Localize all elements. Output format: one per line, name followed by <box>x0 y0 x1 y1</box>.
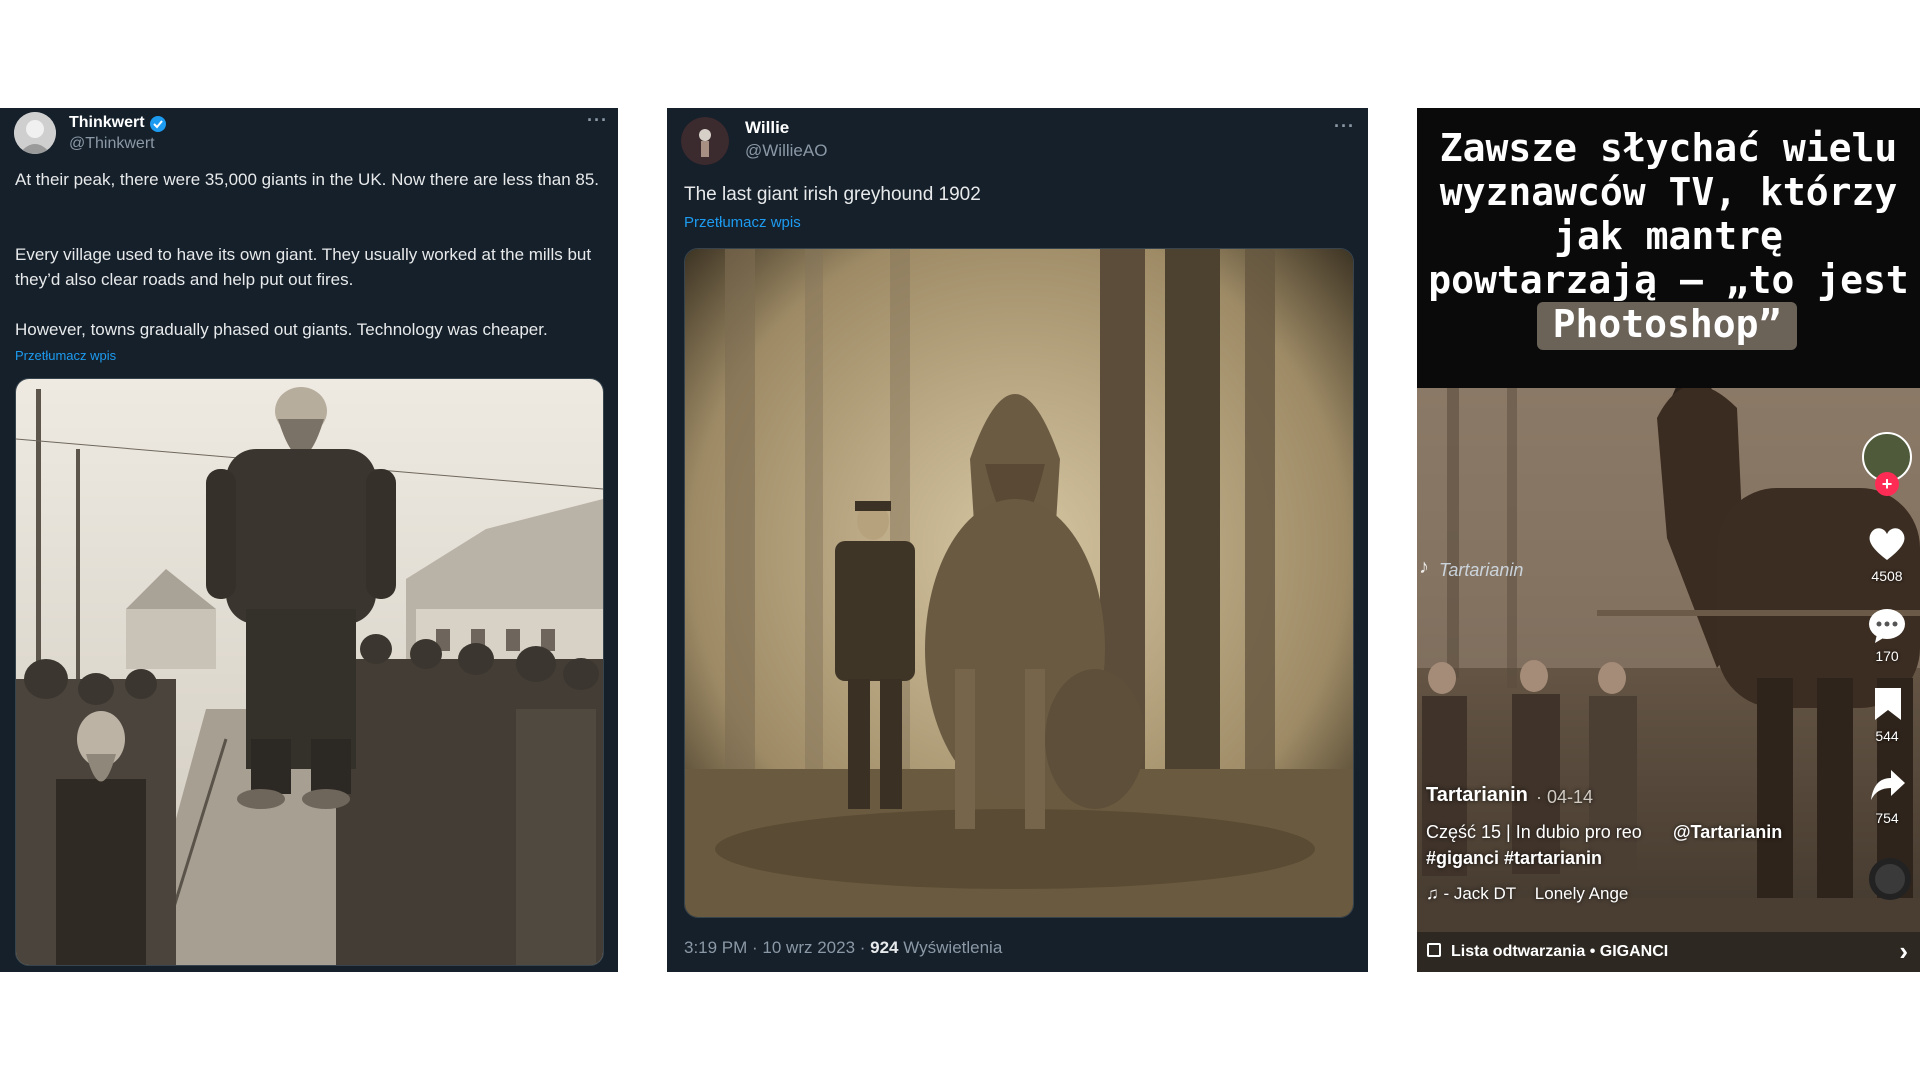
caption-line: wyznawców TV, którzy <box>1439 170 1898 214</box>
author-handle[interactable]: @WillieAO <box>745 141 827 161</box>
chevron-right-icon[interactable]: › <box>1899 936 1908 967</box>
tiktok-video[interactable]: Zawsze słychać wielu wyznawców TV, którz… <box>1417 108 1920 972</box>
caption-line: Zawsze słychać wielu <box>1439 126 1898 170</box>
tweet-paragraph: Every village used to have its own giant… <box>15 245 592 289</box>
verified-badge-icon <box>150 116 166 132</box>
giant-photo-image <box>16 379 603 965</box>
tweet-timestamp[interactable]: 3:19 PM · 10 wrz 2023 · <box>684 938 870 957</box>
tweet-paragraph: At their peak, there were 35,000 giants … <box>15 170 600 189</box>
tweet-meta: 3:19 PM · 10 wrz 2023 · 924 Wyświetlenia <box>684 938 1002 958</box>
avatar-image <box>14 112 56 154</box>
share-count: 754 <box>1875 810 1899 826</box>
more-options-icon[interactable]: ··· <box>587 110 608 131</box>
video-date: · 04-14 <box>1536 787 1594 807</box>
share-icon[interactable] <box>1869 768 1907 802</box>
watermark: Tartarianin <box>1439 560 1524 580</box>
tweet-paragraph: However, towns gradually phased out gian… <box>15 320 548 339</box>
music-disc-icon[interactable] <box>1869 858 1911 900</box>
tweet-photo-greyhound[interactable] <box>684 248 1354 918</box>
caption-line: powtarzają – „to jest <box>1428 258 1909 302</box>
heart-icon[interactable] <box>1867 526 1907 562</box>
author-name[interactable]: Willie <box>745 118 789 138</box>
greyhound-photo-image <box>685 249 1353 917</box>
follow-plus-icon[interactable]: + <box>1875 472 1899 496</box>
save-count: 544 <box>1875 728 1899 744</box>
tweet-thinkwert: Thinkwert @Thinkwert ··· At their peak, … <box>0 108 618 972</box>
video-author[interactable]: Tartarianin <box>1426 784 1528 807</box>
mention-link[interactable]: @Tartarianin <box>1673 822 1782 843</box>
views-count: 924 <box>870 938 899 957</box>
bookmark-icon[interactable] <box>1873 686 1903 722</box>
avatar-image <box>681 117 729 165</box>
hashtags[interactable]: #giganci #tartarianin <box>1426 848 1602 869</box>
views-label: Wyświetlenia <box>898 938 1003 957</box>
more-options-icon[interactable]: ··· <box>1334 116 1355 137</box>
avatar[interactable] <box>681 117 729 165</box>
caption-line: jak mantrę <box>1554 214 1783 258</box>
translate-link[interactable]: Przetłumacz wpis <box>15 348 116 363</box>
music-info[interactable]: ♫ - Jack DT Lonely Ange <box>1426 884 1628 904</box>
avatar[interactable] <box>14 112 56 154</box>
comment-icon[interactable] <box>1867 608 1907 644</box>
playlist-label: Lista odtwarzania • GIGANCI <box>1451 943 1669 960</box>
tweet-photo-giant[interactable] <box>15 378 604 966</box>
comment-count: 170 <box>1875 648 1899 664</box>
tiktok-logo-icon: ♪ <box>1419 556 1429 578</box>
translate-link[interactable]: Przetłumacz wpis <box>684 214 801 231</box>
video-description: Część 15 | In dubio pro reo <box>1426 822 1642 842</box>
playlist-bar[interactable]: Lista odtwarzania • GIGANCI › <box>1417 932 1920 972</box>
tweet-willie: Willie @WillieAO ··· The last giant iris… <box>667 108 1368 972</box>
caption-line: Photoshop” <box>1537 302 1797 350</box>
author-name[interactable]: Thinkwert <box>69 114 145 132</box>
tweet-text: The last giant irish greyhound 1902 <box>684 184 981 205</box>
playlist-icon <box>1427 943 1441 957</box>
like-count: 4508 <box>1871 568 1903 584</box>
author-handle[interactable]: @Thinkwert <box>69 135 155 153</box>
